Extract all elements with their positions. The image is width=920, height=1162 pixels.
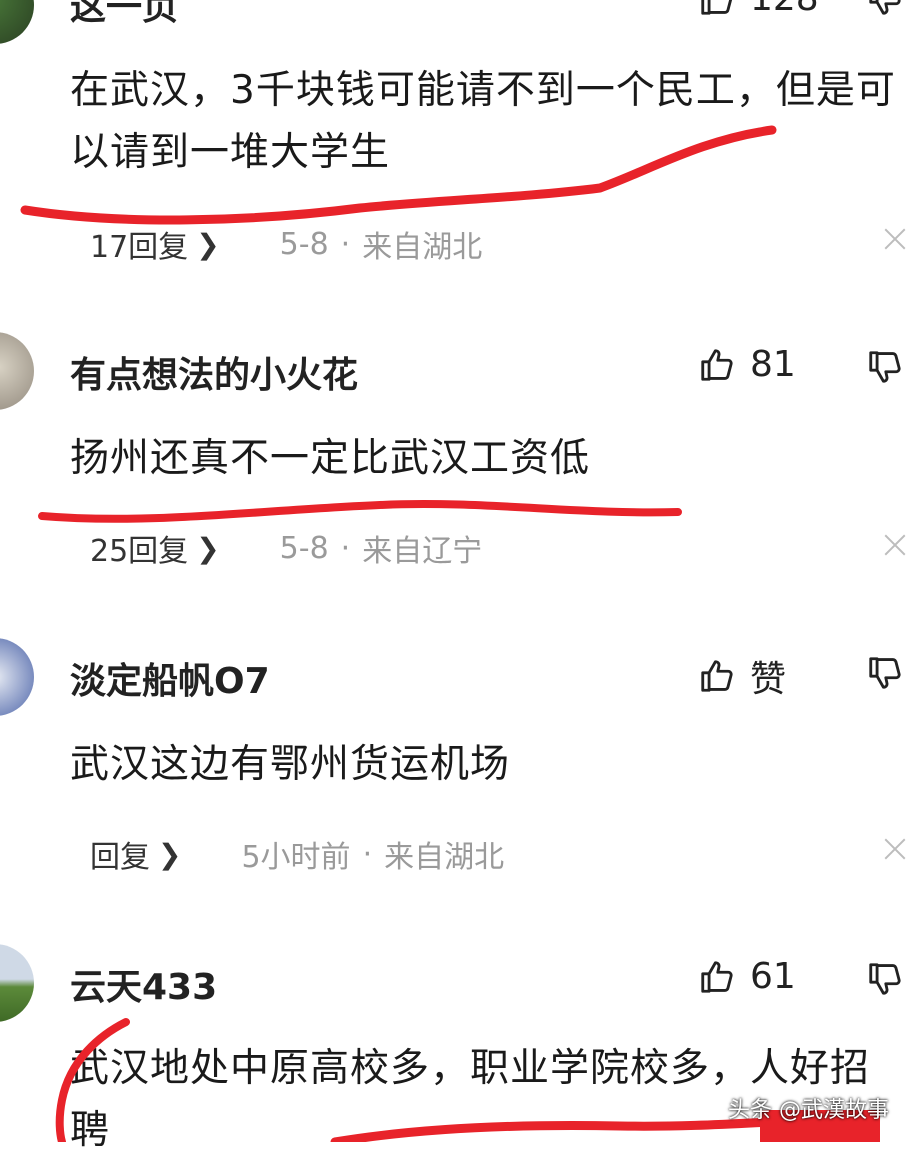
- meta-separator: ·: [362, 836, 373, 872]
- thumbs-up-icon: [701, 348, 733, 381]
- like-count: 61: [750, 956, 796, 997]
- comment-username[interactable]: 云天433: [70, 958, 217, 1010]
- like-button[interactable]: 61: [698, 956, 796, 997]
- comment-username[interactable]: 淡定船帆O7: [70, 652, 270, 704]
- reply-count-link[interactable]: 回复: [90, 832, 150, 876]
- thumbs-down-icon[interactable]: [866, 0, 904, 18]
- comment-location: 来自湖北: [384, 840, 505, 875]
- comment-meta: 回复 ❯ 5小时前 · 来自湖北: [90, 832, 504, 876]
- close-icon[interactable]: [882, 226, 908, 252]
- chevron-right-icon: ❯: [158, 837, 182, 871]
- comment-username[interactable]: 有点想法的小火花: [70, 346, 358, 398]
- thumbs-down-icon[interactable]: [866, 654, 904, 692]
- like-count: 128: [750, 0, 819, 19]
- avatar[interactable]: [0, 0, 34, 44]
- thumbs-up-icon: [701, 660, 733, 692]
- comment-username[interactable]: 这一页: [70, 0, 178, 30]
- comment-text: 在武汉，3千块钱可能请不到一个民工，但是可以请到一堆大学生: [70, 68, 896, 175]
- comment-meta: 25回复 ❯ 5-8 · 来自辽宁: [90, 526, 482, 570]
- close-icon[interactable]: [882, 532, 908, 558]
- chevron-right-icon: ❯: [196, 531, 220, 565]
- like-button[interactable]: 赞: [698, 650, 786, 702]
- like-count: 赞: [750, 659, 787, 700]
- avatar[interactable]: [0, 944, 34, 1022]
- comment-text: 武汉这边有鄂州货运机场: [70, 742, 511, 787]
- meta-separator: ·: [340, 530, 351, 566]
- comment-date: 5小时前: [241, 840, 351, 875]
- comment-location: 来自辽宁: [362, 534, 483, 569]
- meta-separator: ·: [340, 226, 351, 262]
- like-button[interactable]: 81: [698, 344, 796, 385]
- comment-text: 扬州还真不一定比武汉工资低: [70, 436, 591, 481]
- like-count: 81: [750, 344, 796, 385]
- avatar[interactable]: [0, 332, 34, 410]
- comment-meta: 17回复 ❯ 5-8 · 来自湖北: [90, 222, 482, 266]
- close-icon[interactable]: [882, 836, 908, 862]
- comment-date: 5-8: [279, 530, 329, 566]
- comment-date: 5-8: [279, 226, 329, 262]
- underline-stroke: [38, 499, 682, 523]
- chevron-right-icon: ❯: [196, 227, 220, 261]
- comment-location: 来自湖北: [362, 230, 483, 265]
- avatar[interactable]: [0, 638, 34, 716]
- thumbs-down-icon[interactable]: [866, 348, 904, 386]
- reply-count-link[interactable]: 17回复: [90, 222, 188, 266]
- reply-count-link[interactable]: 25回复: [90, 526, 188, 570]
- thumbs-up-icon: [701, 0, 732, 15]
- thumbs-up-icon: [701, 960, 733, 993]
- watermark: 头条 @武漢故事: [728, 1098, 889, 1123]
- thumbs-down-icon[interactable]: [866, 960, 904, 998]
- like-button[interactable]: 128: [698, 0, 819, 19]
